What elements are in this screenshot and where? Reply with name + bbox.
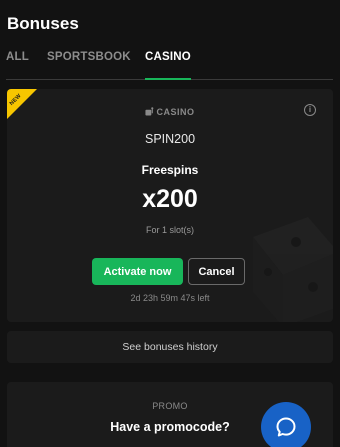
cancel-button[interactable]: Cancel: [188, 258, 245, 285]
chat-button[interactable]: [261, 402, 311, 447]
page-title: Bonuses: [7, 14, 79, 33]
bonus-card: NEW CASINO i SPIN200 Freespins x200 For …: [7, 89, 333, 322]
bonus-subtitle: For 1 slot(s): [145, 225, 194, 235]
tab-all[interactable]: ALL: [6, 51, 29, 79]
bonus-type: Freespins: [141, 163, 199, 177]
bonus-tabs: ALL SPORTSBOOK CASINO: [6, 50, 333, 80]
info-icon[interactable]: i: [304, 104, 316, 116]
tab-casino[interactable]: CASINO: [145, 51, 191, 80]
bonuses-history-button[interactable]: See bonuses history: [7, 331, 333, 363]
tab-sportsbook[interactable]: SPORTSBOOK: [47, 51, 131, 79]
slot-icon: [145, 107, 154, 116]
activate-button[interactable]: Activate now: [92, 258, 183, 285]
chat-bubble-icon: [276, 417, 296, 437]
time-left: 2d 23h 59m 47s left: [130, 293, 210, 303]
bonus-amount: x200: [142, 185, 198, 213]
bonus-category-label: CASINO: [156, 107, 195, 117]
bonus-code: SPIN200: [144, 132, 196, 146]
bonus-category: CASINO: [7, 107, 333, 117]
